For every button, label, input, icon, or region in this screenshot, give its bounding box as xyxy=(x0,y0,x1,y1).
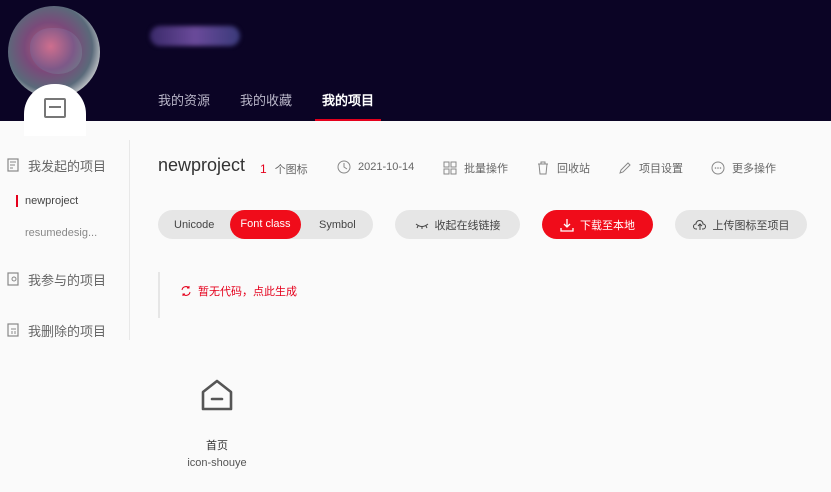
icon-name: 首页 xyxy=(206,440,228,452)
download-label: 下载至本地 xyxy=(580,219,635,232)
icon-card[interactable]: 首页 icon-shouye xyxy=(176,372,258,472)
collapse-link-label: 收起在线链接 xyxy=(434,219,501,232)
upload-label: 上传图标至项目 xyxy=(712,219,790,232)
collapse-link-button[interactable]: 收起在线链接 xyxy=(395,210,520,239)
sidebar-group-deleted[interactable]: 我删除的项目 xyxy=(0,320,106,340)
people-doc-icon xyxy=(7,272,19,286)
tab-my-projects[interactable]: 我的项目 xyxy=(315,90,382,121)
icon-count-number: 1 xyxy=(260,162,267,176)
pencil-icon xyxy=(619,162,631,174)
code-type-switch: Unicode Font class Symbol xyxy=(158,210,373,239)
generate-code-text: 暂无代码，点此生成 xyxy=(198,286,297,298)
seg-font-class[interactable]: Font class xyxy=(230,210,301,239)
project-sidebar: 我发起的项目 newproject resumedesig... 我参与的项目 … xyxy=(0,140,130,340)
avatar-image xyxy=(30,28,82,74)
trash-icon xyxy=(538,161,548,175)
grid-icon xyxy=(443,161,457,175)
sidebar-item-newproject[interactable]: newproject xyxy=(0,191,78,211)
home-icon xyxy=(201,379,233,411)
batch-op-label: 批量操作 xyxy=(464,163,508,175)
code-area: 暂无代码，点此生成 xyxy=(158,272,458,318)
clock-icon xyxy=(337,160,351,174)
seg-symbol[interactable]: Symbol xyxy=(319,219,356,231)
eye-closed-icon xyxy=(415,223,428,229)
generate-code-link[interactable]: 暂无代码，点此生成 xyxy=(180,283,297,299)
download-icon xyxy=(560,218,574,232)
project-date: 2021-10-14 xyxy=(337,160,414,174)
batch-op-button[interactable]: 批量操作 xyxy=(443,160,508,176)
sidebar-group-label: 我发起的项目 xyxy=(28,158,107,174)
refresh-icon xyxy=(181,286,191,296)
sidebar-group-started[interactable]: 我发起的项目 xyxy=(0,155,106,175)
sidebar-group-label: 我删除的项目 xyxy=(28,323,107,339)
seg-unicode[interactable]: Unicode xyxy=(174,219,214,231)
tab-my-resources[interactable]: 我的资源 xyxy=(158,90,210,121)
tab-my-favorites[interactable]: 我的收藏 xyxy=(240,90,292,121)
icon-count-unit: 个图标 xyxy=(274,164,308,176)
badge-icon xyxy=(44,98,66,118)
nav-tabs: 我的资源 我的收藏 我的项目 xyxy=(158,90,404,121)
folder-doc-icon xyxy=(7,158,19,172)
user-name-blurred xyxy=(150,26,240,46)
icon-count: 1 个图标 xyxy=(260,161,308,177)
more-dots-icon xyxy=(711,161,725,175)
top-header: 我的资源 我的收藏 我的项目 xyxy=(0,0,831,121)
date-text: 2021-10-14 xyxy=(358,161,415,173)
avatar-badge xyxy=(24,84,86,136)
project-title: newproject xyxy=(158,155,246,175)
sidebar-item-resumedesign[interactable]: resumedesig... xyxy=(0,223,97,243)
project-settings-button[interactable]: 项目设置 xyxy=(618,160,683,176)
recycle-bin-button[interactable]: 回收站 xyxy=(536,160,590,176)
recycle-bin-label: 回收站 xyxy=(557,163,590,175)
project-settings-label: 项目设置 xyxy=(639,163,683,175)
sidebar-group-label: 我参与的项目 xyxy=(28,272,107,288)
more-actions-label: 更多操作 xyxy=(732,163,776,175)
icon-code: icon-shouye xyxy=(187,457,247,469)
more-actions-button[interactable]: 更多操作 xyxy=(711,160,776,176)
cloud-upload-icon xyxy=(692,219,706,230)
trash-doc-icon xyxy=(7,323,19,337)
sidebar-group-joined[interactable]: 我参与的项目 xyxy=(0,269,106,289)
upload-button[interactable]: 上传图标至项目 xyxy=(675,210,807,239)
download-button[interactable]: 下载至本地 xyxy=(542,210,653,239)
